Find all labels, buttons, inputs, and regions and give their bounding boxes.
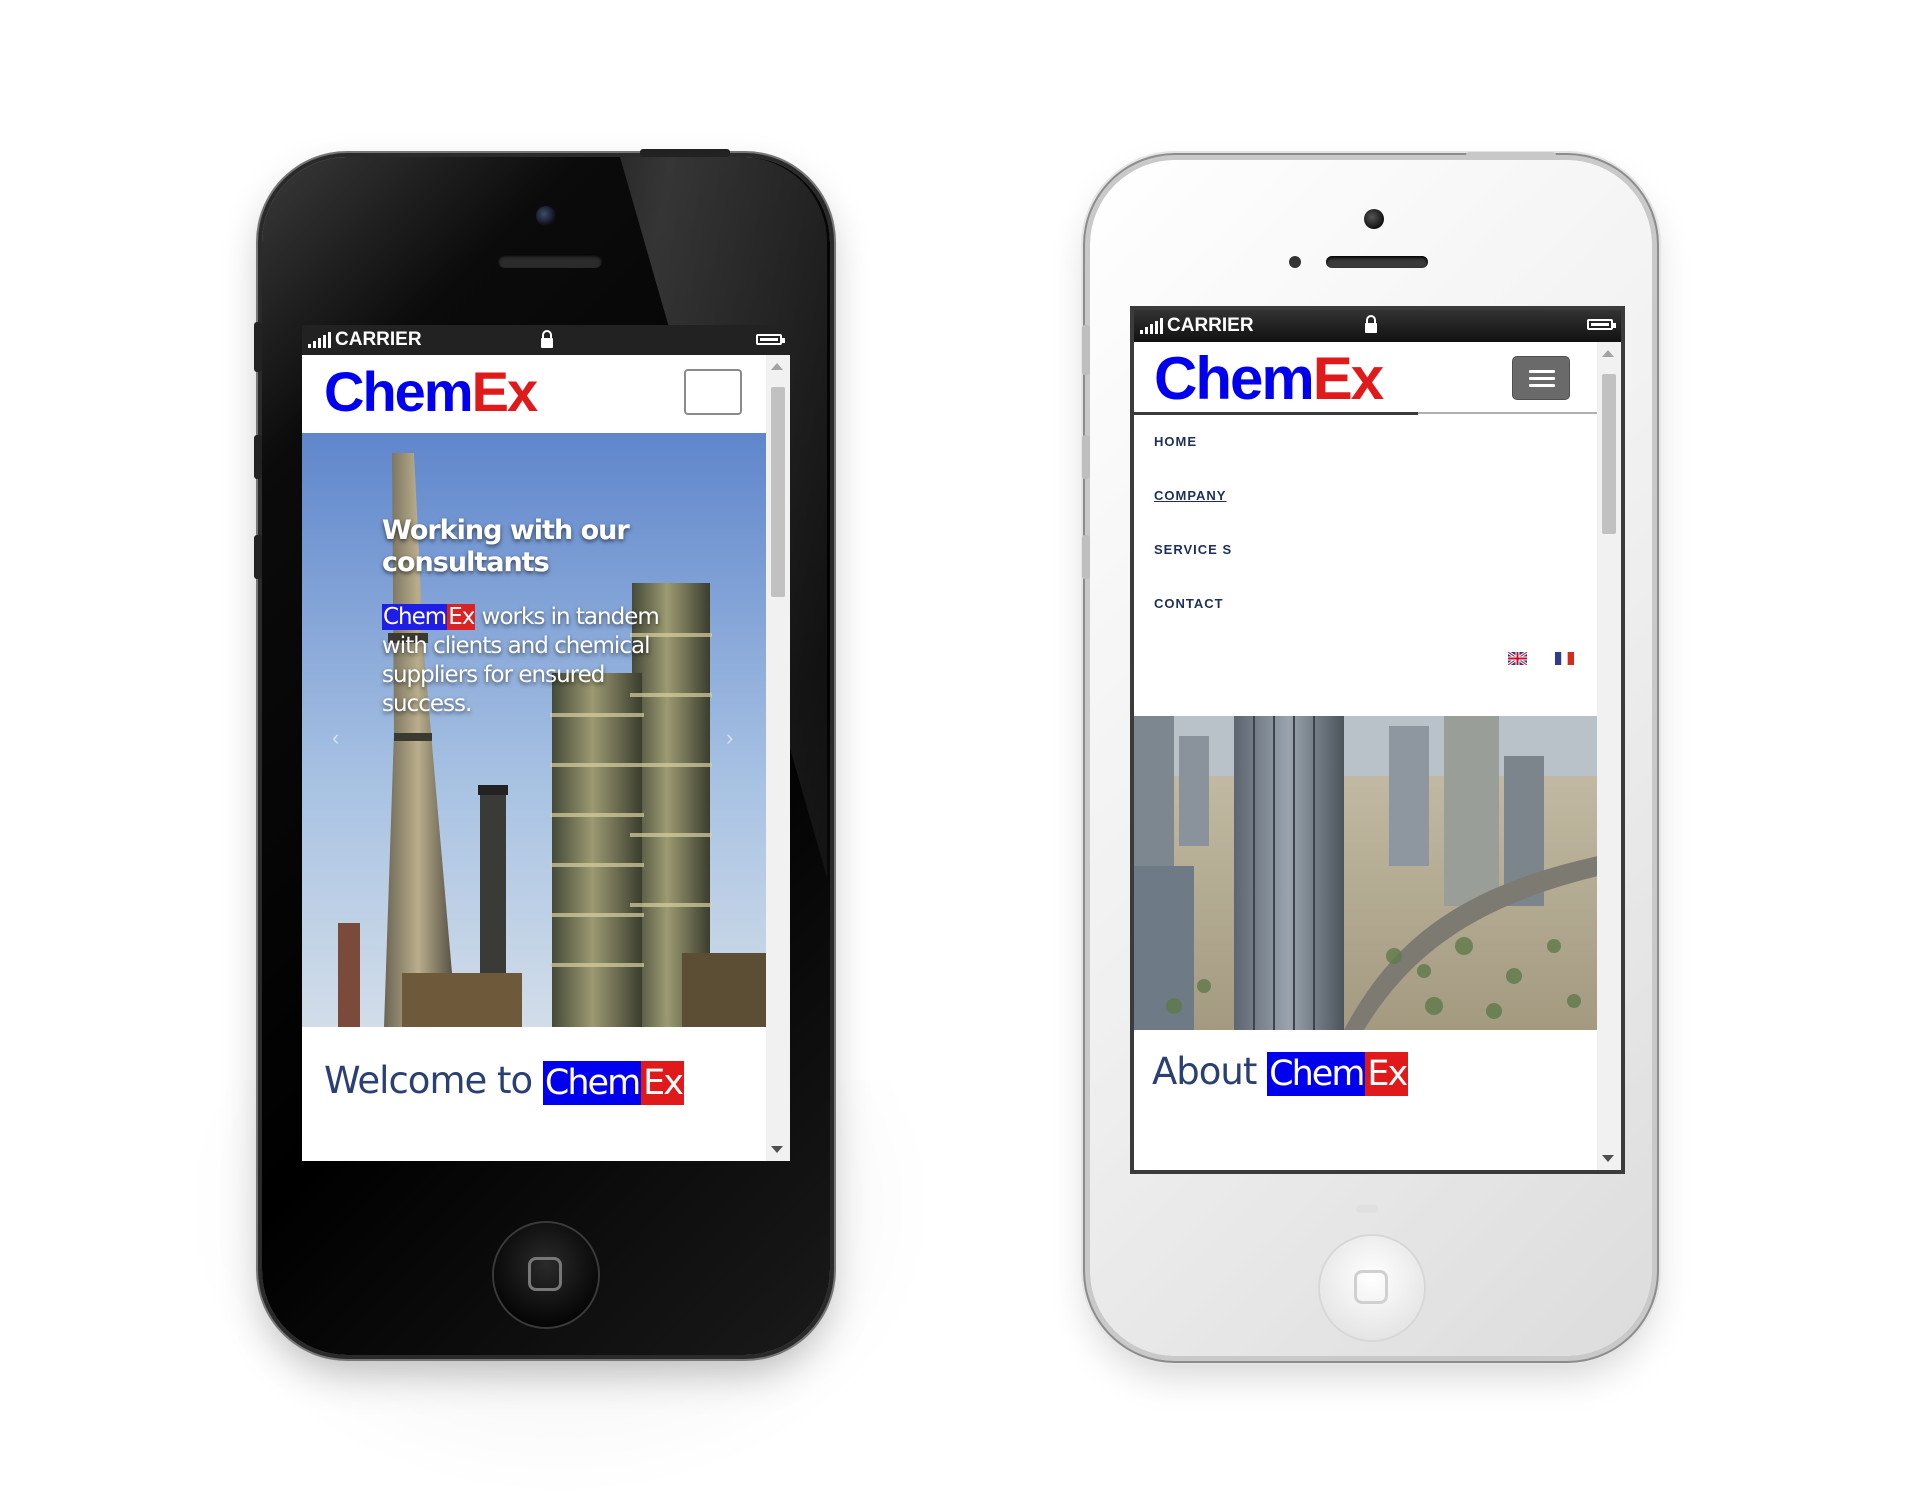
hero-heading: Working with our consultants — [382, 515, 630, 578]
menu-item-company[interactable]: COMPANY — [1154, 488, 1226, 503]
menu-item-services[interactable]: SERVICE S — [1154, 542, 1232, 557]
white-phone: CARRIER ChemEx HOME COMPANY SERVICE S CO… — [1082, 152, 1652, 1356]
welcome-chemex-badge: Chem Ex — [542, 1060, 684, 1105]
header-divider — [1134, 412, 1418, 415]
france-flag-icon[interactable] — [1555, 652, 1574, 665]
volume-up-button — [1082, 435, 1090, 479]
lock-icon — [1365, 315, 1377, 333]
city-skyline-photo — [1134, 716, 1598, 1030]
menu-item-home[interactable]: HOME — [1154, 434, 1197, 449]
status-bar: CARRIER — [302, 325, 790, 355]
carrier-label: CARRIER — [335, 329, 422, 350]
status-bar: CARRIER — [1134, 310, 1621, 342]
hero-carousel: Working with our consultants ChemEx work… — [302, 433, 766, 1027]
screen-bottom-notch — [1356, 1205, 1378, 1213]
sleep-button — [1466, 152, 1556, 160]
volume-down-button — [1082, 535, 1090, 579]
scroll-down-arrow-icon[interactable] — [771, 1146, 783, 1153]
inline-chemex-badge: ChemEx — [382, 604, 475, 630]
sleep-button — [640, 149, 730, 157]
front-camera — [1364, 209, 1384, 229]
scroll-up-arrow-icon[interactable] — [1602, 350, 1614, 357]
scroll-down-arrow-icon[interactable] — [1602, 1155, 1614, 1162]
earpiece-speaker — [498, 254, 602, 268]
home-button[interactable] — [494, 1223, 598, 1327]
signal-icon — [1140, 318, 1163, 334]
scroll-up-arrow-icon[interactable] — [771, 363, 783, 370]
proximity-sensor — [1289, 256, 1301, 268]
about-heading: About Chem Ex — [1152, 1050, 1409, 1096]
scroll-thumb[interactable] — [1602, 374, 1616, 534]
about-chemex-badge: Chem Ex — [1267, 1051, 1409, 1096]
earpiece-speaker — [1326, 256, 1428, 268]
page-viewport: ChemEx HOME COMPANY SERVICE S CONTACT Ab… — [1134, 342, 1598, 1170]
home-square-icon — [1354, 1270, 1388, 1304]
vertical-scrollbar[interactable] — [766, 355, 790, 1161]
black-phone-screen: CARRIER ChemEx Working with our consulta… — [302, 325, 790, 1161]
uk-flag-icon[interactable] — [1508, 652, 1527, 665]
black-phone: CARRIER ChemEx Working with our consulta… — [254, 149, 830, 1355]
hero-body: ChemEx works in tandem with clients and … — [382, 604, 660, 717]
white-phone-screen: CARRIER ChemEx HOME COMPANY SERVICE S CO… — [1130, 306, 1625, 1174]
header-divider-light — [1418, 412, 1597, 414]
home-button[interactable] — [1320, 1236, 1424, 1340]
carrier-label: CARRIER — [1167, 315, 1254, 336]
battery-icon — [1587, 319, 1616, 330]
menu-toggle-button[interactable] — [1512, 356, 1570, 400]
home-square-icon — [528, 1257, 562, 1291]
menu-item-contact[interactable]: CONTACT — [1154, 596, 1224, 611]
front-camera — [536, 206, 556, 226]
battery-icon — [756, 334, 785, 345]
page-viewport: ChemEx Working with our consultants Chem… — [302, 355, 766, 1161]
carousel-next-arrow[interactable]: › — [726, 725, 733, 751]
city-photo — [1134, 716, 1598, 1030]
carousel-prev-arrow[interactable]: ‹ — [332, 725, 339, 751]
mute-switch — [254, 322, 262, 372]
welcome-heading: Welcome to Chem Ex — [324, 1059, 684, 1105]
lock-icon — [541, 330, 553, 348]
menu-toggle-button[interactable] — [684, 369, 742, 415]
signal-icon — [308, 332, 331, 348]
chemex-logo[interactable]: ChemEx — [324, 359, 538, 424]
volume-up-button — [254, 435, 262, 479]
mute-switch — [1082, 325, 1090, 375]
chemex-logo[interactable]: ChemEx — [1154, 344, 1384, 413]
volume-down-button — [254, 535, 262, 579]
vertical-scrollbar[interactable] — [1597, 342, 1621, 1170]
scroll-thumb[interactable] — [771, 387, 785, 597]
